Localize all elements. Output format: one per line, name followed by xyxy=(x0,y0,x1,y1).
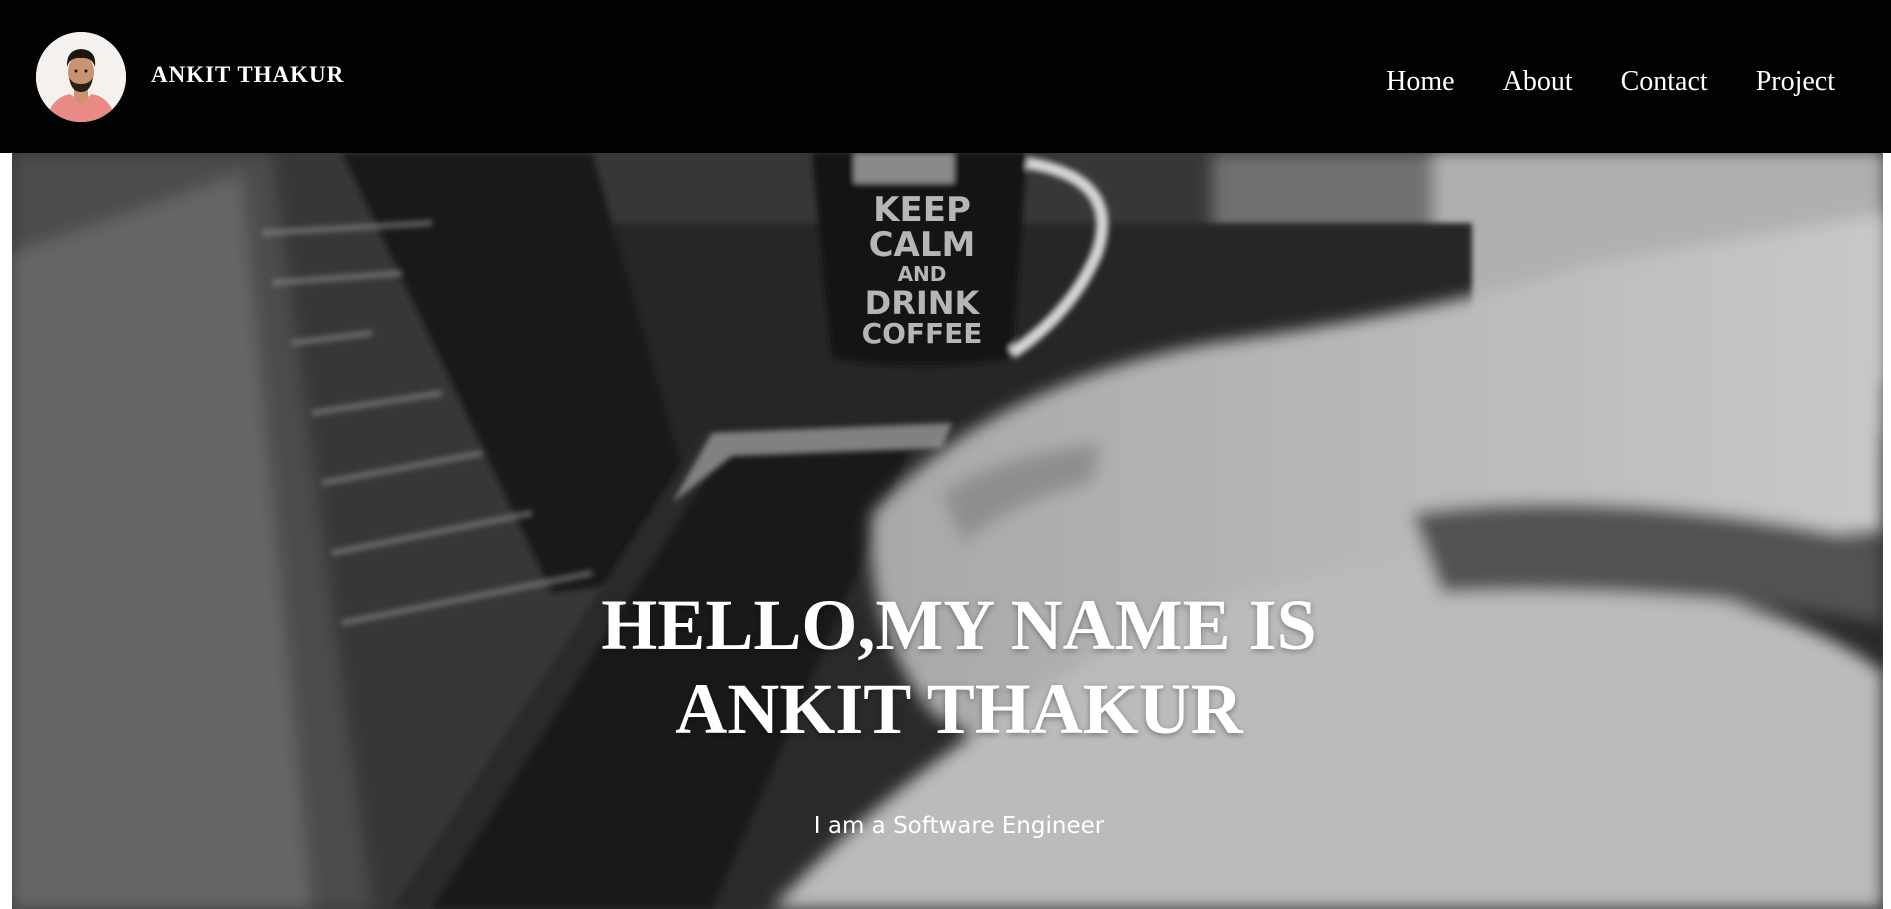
nav-project[interactable]: Project xyxy=(1756,66,1835,98)
nav-home[interactable]: Home xyxy=(1386,66,1454,98)
hero-subtitle: I am a Software Engineer xyxy=(813,813,1105,839)
nav-about[interactable]: About xyxy=(1503,66,1573,98)
nav-menu: Home About Contact Project xyxy=(1386,66,1835,98)
hero-title: HELLO,MY NAME IS ANKIT THAKUR xyxy=(459,583,1459,751)
hero-content: HELLO,MY NAME IS ANKIT THAKUR I am a Sof… xyxy=(12,583,1883,839)
brand-link[interactable]: ANKIT THAKUR xyxy=(36,31,345,122)
avatar xyxy=(36,31,126,122)
profile-photo-icon xyxy=(36,31,126,122)
brand-name: ANKIT THAKUR xyxy=(151,61,345,87)
hero-title-line-2: ANKIT THAKUR xyxy=(675,669,1243,749)
hero-section: KEEP CALM AND DRINK COFFEE HELLO,MY NAME… xyxy=(12,153,1883,909)
nav-contact[interactable]: Contact xyxy=(1621,66,1708,98)
navbar: ANKIT THAKUR Home About Contact Project xyxy=(0,0,1891,153)
hero-title-line-1: HELLO,MY NAME IS xyxy=(601,585,1317,665)
